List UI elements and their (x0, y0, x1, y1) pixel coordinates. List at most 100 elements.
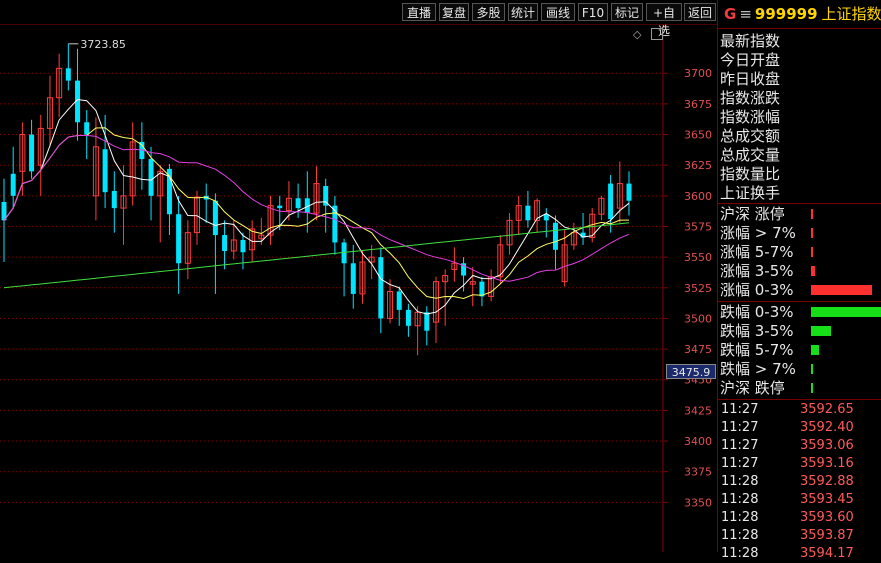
candle-body (212, 200, 218, 236)
toolbar-button-3[interactable]: 统计 (508, 3, 538, 21)
dist-bar (811, 364, 813, 374)
info-label: 今日开盘 (720, 51, 781, 69)
candle-body (10, 173, 16, 196)
candle-body (277, 205, 283, 209)
y-tick-label: 3550 (684, 251, 712, 264)
sidebar-separator (718, 301, 881, 302)
candle-body (525, 205, 531, 221)
tick-price: 3593.45 (800, 492, 854, 507)
y-tick-label: 3600 (684, 190, 712, 203)
tick-row: 11:28 3594.17 (718, 545, 881, 563)
market-flag: G (724, 5, 737, 23)
y-tick-label: 3500 (684, 312, 712, 325)
dist-bar (811, 228, 813, 238)
candle-body (176, 214, 182, 264)
y-tick-label: 3475 (684, 343, 712, 356)
scroll-button[interactable] (651, 28, 663, 40)
sidebar: G ≡ 999999 上证指数 最新指数 今日开盘 昨日收盘 指数涨跌 指数涨幅 总成交额 总成交… (717, 0, 881, 561)
tick-time: 11:27 (721, 438, 759, 453)
dist-bar (811, 307, 881, 317)
sidebar-separator (718, 203, 881, 204)
candle-body (148, 159, 154, 196)
tick-row: 11:27 3593.06 (718, 437, 881, 455)
candlestick-chart: 3350337534003425345034753500352535503575… (0, 23, 717, 552)
stock-title: G ≡ 999999 上证指数 (718, 2, 881, 26)
dist-label: 跌幅 0-3% (720, 303, 794, 321)
diamond-icon[interactable]: ◇ (633, 28, 641, 41)
dist-label: 跌幅 3-5% (720, 322, 794, 340)
dist-label: 涨幅 > 7% (720, 224, 796, 242)
stock-code: 999999 (754, 5, 818, 23)
toolbar-button-0[interactable]: 直播 (402, 3, 436, 21)
tick-time: 11:28 (721, 528, 759, 543)
tick-price: 3593.87 (800, 528, 854, 543)
candle-body (222, 235, 228, 252)
tick-time: 11:28 (721, 492, 759, 507)
candle-body (295, 198, 301, 209)
tick-price: 3592.88 (800, 474, 854, 489)
dist-bar (811, 345, 819, 355)
candle-body (65, 68, 71, 81)
y-tick-label: 3425 (684, 404, 712, 417)
toolbar-button-6[interactable]: 标记 (611, 3, 643, 21)
dist-label: 涨幅 0-3% (720, 281, 794, 299)
info-label: 指数量比 (720, 165, 781, 183)
y-tick-label: 3350 (684, 496, 712, 509)
dist-bar (811, 247, 813, 257)
candle-body (29, 134, 35, 172)
tick-price: 3593.60 (800, 510, 854, 525)
info-label: 上证换手 (720, 184, 781, 202)
toolbar-button-2[interactable]: 多股 (472, 3, 505, 21)
tick-time: 11:27 (721, 420, 759, 435)
toolbar-button-5[interactable]: F10 (578, 3, 608, 21)
toolbar-button-4[interactable]: 画线 (541, 3, 575, 21)
candle-body (111, 190, 117, 209)
menu-icon[interactable]: ≡ (739, 5, 752, 23)
y-tick-label: 3525 (684, 282, 712, 295)
dist-label: 沪深 涨停 (720, 205, 785, 223)
dist-bar (811, 209, 813, 219)
y-tick-label: 3700 (684, 67, 712, 80)
info-label: 昨日收盘 (720, 70, 781, 88)
y-tick-label: 3675 (684, 98, 712, 111)
y-tick-label: 3625 (684, 159, 712, 172)
tick-row: 11:27 3592.65 (718, 401, 881, 419)
dist-label: 跌幅 5-7% (720, 341, 794, 359)
candle-body (552, 222, 558, 250)
tick-time: 11:28 (721, 546, 759, 561)
toolbar-button-1[interactable]: 复盘 (439, 3, 469, 21)
sidebar-separator (718, 399, 881, 400)
tick-row: 11:28 3593.60 (718, 509, 881, 527)
candle-body (424, 312, 430, 331)
tick-row: 11:28 3593.45 (718, 491, 881, 509)
candle-body (405, 309, 411, 326)
info-label: 指数涨幅 (720, 108, 781, 126)
candle-body (378, 257, 384, 319)
tick-time: 11:27 (721, 456, 759, 471)
tick-price: 3594.17 (800, 546, 854, 561)
tick-row: 11:28 3593.87 (718, 527, 881, 545)
max-label: 3723.85 (80, 38, 126, 51)
y-tick-label: 3375 (684, 466, 712, 479)
y-tick-label: 3575 (684, 220, 712, 233)
toolbar-button-7[interactable]: +自选 (646, 3, 682, 38)
tick-row: 11:28 3592.88 (718, 473, 881, 491)
dist-bar (811, 383, 813, 393)
dist-bar (811, 326, 831, 336)
tick-price: 3592.65 (800, 402, 854, 417)
info-label: 总成交额 (720, 127, 781, 145)
ma60-line (3, 222, 630, 289)
tick-row: 11:27 3593.16 (718, 455, 881, 473)
stock-name: 上证指数 (821, 5, 881, 23)
tick-row: 11:27 3592.40 (718, 419, 881, 437)
dist-bar (811, 266, 815, 276)
y-tick-label: 3650 (684, 129, 712, 142)
y-tick-label: 3400 (684, 435, 712, 448)
candle-body (608, 183, 614, 220)
info-label: 总成交量 (720, 146, 781, 164)
tick-time: 11:27 (721, 402, 759, 417)
toolbar-button-8[interactable]: 返回 (684, 3, 716, 21)
dist-label: 涨幅 3-5% (720, 262, 794, 280)
tick-price: 3592.40 (800, 420, 854, 435)
dist-bar (811, 285, 873, 295)
